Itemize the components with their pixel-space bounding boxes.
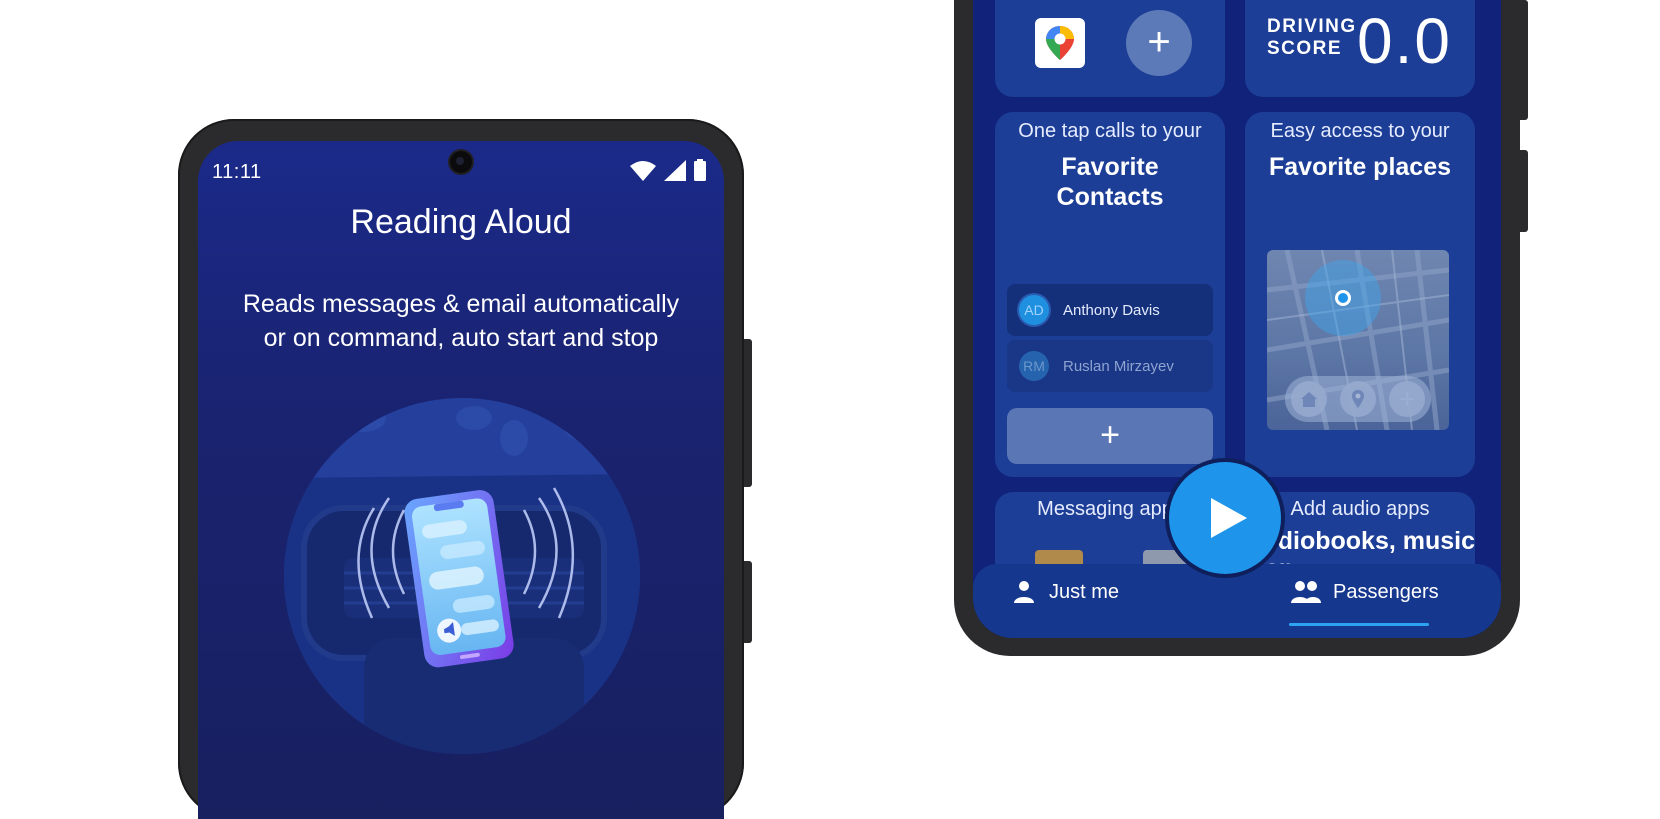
quick-apps-card: + bbox=[995, 0, 1225, 97]
title-line: Favorite bbox=[1061, 153, 1159, 181]
contact-row[interactable]: RM Ruslan Mirzayev bbox=[1007, 340, 1213, 392]
people-icon bbox=[1291, 581, 1321, 603]
selected-tab-indicator bbox=[1289, 623, 1429, 626]
contact-name: Anthony Davis bbox=[1063, 301, 1160, 319]
card-subtitle: Easy access to your bbox=[1270, 120, 1450, 142]
map-controls bbox=[1285, 376, 1431, 422]
description-line: or on command, auto start and stop bbox=[263, 324, 659, 352]
page-title: Reading Aloud bbox=[350, 203, 572, 241]
status-bar: 11:11 bbox=[198, 141, 724, 189]
card-title: Favorite Contacts bbox=[995, 152, 1225, 212]
favorite-contacts-card: One tap calls to your Favorite Contacts … bbox=[995, 112, 1225, 477]
score-label-line: SCORE bbox=[1267, 38, 1343, 59]
nav-label: Just me bbox=[1049, 580, 1120, 603]
power-button bbox=[744, 561, 752, 643]
power-button bbox=[1520, 150, 1528, 232]
add-app-button[interactable]: + bbox=[1126, 10, 1192, 76]
contact-avatar: RM bbox=[1019, 351, 1049, 381]
driving-score-card[interactable]: DRIVING SCORE 0.0 bbox=[1245, 0, 1475, 97]
pin-place-button[interactable] bbox=[1339, 381, 1376, 417]
front-camera bbox=[450, 151, 472, 173]
status-time: 11:11 bbox=[212, 161, 262, 183]
google-maps-icon bbox=[1046, 26, 1074, 60]
cellular-signal-icon bbox=[664, 160, 686, 181]
home-place-button[interactable] bbox=[1291, 381, 1328, 417]
location-pin-icon bbox=[1351, 390, 1364, 408]
driving-score-label: DRIVING SCORE bbox=[1267, 16, 1357, 60]
phone-reading-aloud-illustration bbox=[284, 398, 640, 754]
card-subtitle: One tap calls to your bbox=[1018, 120, 1202, 142]
volume-button bbox=[744, 339, 752, 487]
home-icon bbox=[1301, 392, 1318, 407]
contact-name: Ruslan Mirzayev bbox=[1063, 357, 1174, 375]
bottom-navigation: Just me Passengers bbox=[973, 564, 1501, 638]
left-phone-screen: 11:11 Reading Aloud Reads messages & ema… bbox=[198, 141, 724, 819]
feature-description: Reads messages & email automatically or … bbox=[218, 287, 704, 355]
google-maps-app-button[interactable] bbox=[1035, 18, 1085, 68]
right-phone-frame: + DRIVING SCORE 0.0 One tap calls to you… bbox=[954, 0, 1528, 656]
add-icon bbox=[1399, 392, 1414, 406]
play-icon bbox=[1211, 498, 1247, 538]
card-title: Favorite places bbox=[1268, 153, 1452, 181]
favorite-places-card: Easy access to your Favorite places bbox=[1245, 112, 1475, 477]
person-icon bbox=[1014, 581, 1034, 603]
wifi-icon bbox=[630, 161, 656, 181]
nav-item-passengers[interactable]: Passengers bbox=[1291, 580, 1439, 604]
add-contact-button[interactable]: + bbox=[1007, 408, 1213, 464]
nav-item-just-me[interactable]: Just me bbox=[1013, 580, 1119, 604]
contact-row[interactable]: AD Anthony Davis bbox=[1007, 284, 1213, 336]
driving-label-line: DRIVING bbox=[1267, 16, 1357, 37]
start-drive-button[interactable] bbox=[1169, 462, 1281, 574]
location-dot bbox=[1338, 293, 1348, 303]
add-place-button[interactable] bbox=[1388, 381, 1425, 417]
volume-button bbox=[1520, 0, 1528, 120]
title-line: Contacts bbox=[1056, 183, 1164, 211]
status-icons bbox=[630, 159, 706, 181]
description-line: Reads messages & email automatically bbox=[242, 290, 680, 318]
left-phone-frame: 11:11 Reading Aloud Reads messages & ema… bbox=[178, 119, 752, 819]
battery-icon bbox=[694, 159, 706, 181]
contact-avatar: AD bbox=[1019, 295, 1049, 325]
nav-label: Passengers bbox=[1333, 580, 1439, 603]
right-phone-screen: + DRIVING SCORE 0.0 One tap calls to you… bbox=[973, 0, 1501, 638]
favorite-places-map[interactable] bbox=[1267, 250, 1449, 430]
driving-score-value: 0.0 bbox=[1357, 5, 1452, 77]
